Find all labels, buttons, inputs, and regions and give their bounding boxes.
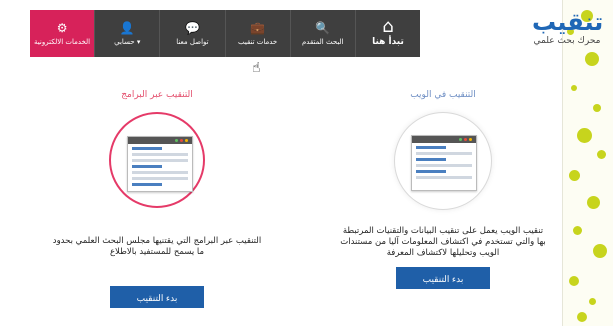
briefcase-icon: 💼 (250, 21, 266, 35)
decor-dot (573, 226, 582, 235)
decor-dot (585, 52, 599, 66)
decor-dot (577, 128, 592, 143)
user-icon: 👤 (119, 21, 135, 35)
nav-contact[interactable]: 💬 تواصل معنا (159, 10, 224, 57)
decor-dot (589, 298, 596, 305)
chat-icon: 💬 (184, 21, 200, 35)
web-start-mining-button[interactable]: بدء التنقيب (396, 267, 490, 289)
nav-mining-services-label: خدمات تنقيب (237, 38, 278, 46)
web-illustration (394, 112, 492, 210)
programs-illustration (109, 112, 205, 208)
web-panel-description: تنقيب الويب يعمل على تنقيب البيانات والت… (340, 226, 546, 258)
nav-home-label: تبدأ هنا (372, 37, 404, 47)
nav-advanced-search-label: البحث المتقدم (301, 38, 344, 46)
decor-dot (597, 150, 606, 159)
nav-contact-label: تواصل معنا (176, 38, 209, 46)
programs-mining-panel: التنقيب عبر البرامج التنقيب عبر البرامج … (52, 90, 262, 308)
nav-home[interactable]: ⌂ تبدأ هنا (354, 10, 420, 57)
web-mining-panel: التنقيب في الويب تنقيب الويب يعمل على تن… (338, 90, 548, 289)
decor-dot (593, 104, 601, 112)
site-logo[interactable]: تنقيب محرك بحث علمي (532, 8, 604, 50)
decor-dot (577, 312, 587, 322)
decor-dot (593, 244, 607, 258)
decor-dot (569, 170, 580, 181)
logo-tagline: محرك بحث علمي (533, 36, 601, 46)
programs-panel-title: التنقيب عبر البرامج (121, 90, 193, 100)
page: تنقيب محرك بحث علمي ⚙ الخدمات الالكتروني… (0, 0, 613, 326)
screen-mockup-icon (127, 136, 193, 192)
screen-mockup-icon (411, 135, 477, 191)
nav-account[interactable]: 👤 حسابي ▾ (94, 10, 159, 57)
decor-dot (569, 276, 579, 286)
hand-pointer-icon: ☝ (252, 60, 261, 76)
nav-e-services[interactable]: ⚙ الخدمات الالكترونية (30, 10, 95, 57)
programs-start-mining-button[interactable]: بدء التنقيب (110, 286, 204, 308)
home-icon: ⌂ (382, 16, 394, 37)
gear-icon: ⚙ (56, 21, 68, 35)
nav-account-label: حسابي ▾ (114, 38, 141, 46)
decor-dot (587, 196, 600, 209)
main-nav: ⚙ الخدمات الالكترونية 👤 حسابي ▾ 💬 تواصل … (30, 10, 420, 57)
logo-brand: تنقيب (532, 8, 604, 36)
nav-mining-services[interactable]: 💼 خدمات تنقيب (224, 10, 290, 57)
web-panel-title: التنقيب في الويب (410, 90, 476, 100)
nav-advanced-search[interactable]: 🔍 البحث المتقدم (289, 10, 355, 57)
decor-dot (571, 85, 577, 91)
search-icon: 🔍 (315, 21, 331, 35)
nav-e-services-label: الخدمات الالكترونية (34, 38, 91, 46)
programs-panel-description: التنقيب عبر البرامج التي يقتنيها مجلس ال… (52, 236, 262, 257)
